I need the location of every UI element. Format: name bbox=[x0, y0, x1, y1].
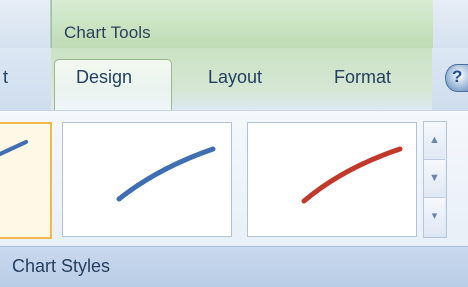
line-preview-icon bbox=[116, 146, 216, 202]
line-preview-icon bbox=[0, 140, 28, 156]
chart-tools-label: Chart Tools bbox=[64, 23, 151, 42]
chart-styles-group-label: Chart Styles bbox=[12, 256, 111, 276]
tab-previous-partial[interactable]: t bbox=[3, 67, 8, 88]
chart-style-thumbnail-2[interactable] bbox=[62, 122, 232, 237]
tab-layout[interactable]: Layout bbox=[208, 67, 262, 88]
tab-design-label[interactable]: Design bbox=[76, 67, 132, 88]
gallery-scroll-down-button[interactable]: ▼ bbox=[424, 160, 445, 198]
title-strip-right bbox=[433, 0, 468, 48]
title-strip-left bbox=[0, 0, 51, 48]
help-icon[interactable]: ? bbox=[445, 64, 468, 92]
chart-style-thumbnail-3[interactable] bbox=[247, 122, 417, 237]
line-preview-icon bbox=[301, 146, 403, 204]
gallery-more-button[interactable]: ▾ bbox=[424, 198, 445, 235]
chart-style-thumbnail-1[interactable] bbox=[0, 122, 52, 239]
gallery-scroll-up-button[interactable]: ▲ bbox=[424, 122, 445, 160]
tab-format[interactable]: Format bbox=[334, 67, 391, 88]
